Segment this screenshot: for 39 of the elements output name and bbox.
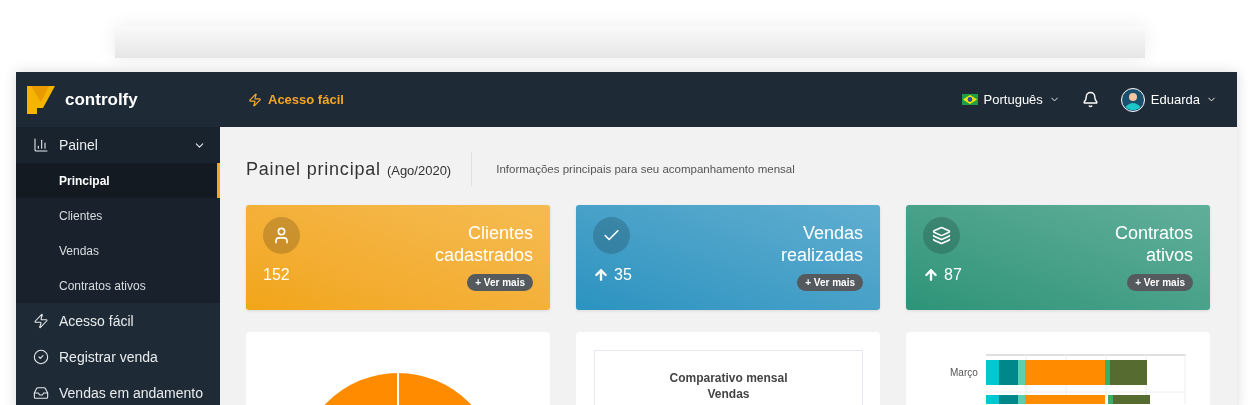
- stat-value: 35: [593, 266, 632, 284]
- card-title: Vendas realizadas: [779, 222, 863, 266]
- see-more-button[interactable]: + Ver mais: [797, 274, 863, 291]
- page-title: Painel principal: [246, 158, 381, 180]
- card-icon: [923, 217, 960, 254]
- sidebar-item-icon: [33, 385, 49, 401]
- sidebar-item-icon: [33, 313, 49, 329]
- card-icon: [593, 217, 630, 254]
- avatar-icon: [1120, 87, 1145, 112]
- chart-title: Comparativo mensal Vendas: [669, 370, 788, 402]
- sidebar-item[interactable]: Registrar venda: [16, 339, 220, 375]
- sidebar-item[interactable]: Acesso fácil: [16, 303, 220, 339]
- brand-name: controlfy: [65, 89, 138, 110]
- notifications-button[interactable]: [1081, 91, 1099, 108]
- sidebar-subitem[interactable]: Principal: [16, 163, 220, 198]
- sidebar-subitem[interactable]: Contratos ativos: [16, 268, 220, 303]
- card-title: Clientes cadastrados: [433, 222, 533, 266]
- flag-icon: [961, 94, 978, 105]
- language-dropdown[interactable]: Português: [961, 92, 1060, 107]
- sidebar-subitem[interactable]: Clientes: [16, 198, 220, 233]
- quick-access-link[interactable]: Acesso fácil: [248, 92, 344, 107]
- see-more-button[interactable]: + Ver mais: [1127, 274, 1193, 291]
- period-label: (Ago/2020): [386, 163, 452, 178]
- user-menu[interactable]: Eduarda: [1120, 87, 1217, 112]
- see-more-button[interactable]: + Ver mais: [467, 274, 533, 291]
- lightning-icon: [248, 92, 262, 107]
- stat-value: 152: [263, 266, 291, 284]
- sidebar-item-icon: [33, 349, 49, 365]
- sidebar-item[interactable]: Vendas em andamento: [16, 375, 220, 405]
- sidebar-subitem[interactable]: Vendas: [16, 233, 220, 268]
- sidebar-item[interactable]: Painel: [16, 127, 220, 163]
- card-title: Contratos ativos: [1113, 222, 1193, 266]
- sidebar-item-icon: [33, 137, 49, 153]
- page-subtitle: Informações principais para seu acompanhamento mensal: [496, 163, 795, 175]
- axis-label: Março: [950, 367, 978, 378]
- logo-icon: [27, 85, 55, 114]
- bell-icon: [1081, 91, 1099, 108]
- card-icon: [263, 217, 300, 254]
- stat-value: 87: [923, 266, 962, 284]
